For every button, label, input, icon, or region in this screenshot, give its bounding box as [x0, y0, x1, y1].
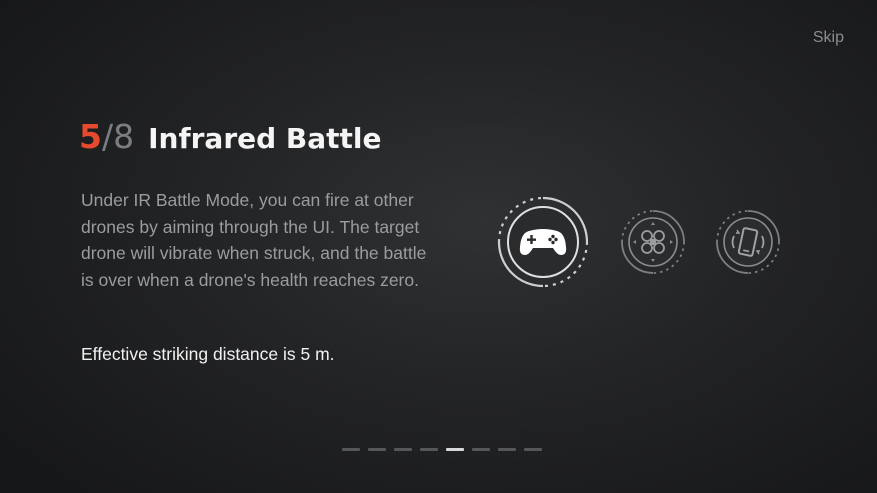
page-dot[interactable]: [342, 448, 360, 451]
page-dot[interactable]: [524, 448, 542, 451]
drone-option[interactable]: [620, 209, 686, 275]
step-current: 5: [79, 117, 102, 156]
step-total: 8: [113, 117, 135, 156]
title-text: Infrared Battle: [148, 122, 382, 155]
distance-note: Effective striking distance is 5 m.: [81, 344, 335, 364]
page-dot[interactable]: [498, 448, 516, 451]
page-dot[interactable]: [420, 448, 438, 451]
drone-icon: [621, 210, 685, 274]
page-dot[interactable]: [446, 448, 464, 451]
step-separator: /: [101, 117, 114, 156]
gamepad-icon: [497, 196, 589, 288]
page-dot[interactable]: [394, 448, 412, 451]
page-dot[interactable]: [472, 448, 490, 451]
vibrate-option[interactable]: [715, 209, 781, 275]
vibrate-phone-icon: [716, 210, 780, 274]
skip-button[interactable]: Skip: [813, 29, 844, 47]
description-text: Under IR Battle Mode, you can fire at ot…: [81, 190, 427, 290]
gamepad-option[interactable]: [496, 195, 590, 289]
page-title: 5 / 8 Infrared Battle: [79, 117, 382, 156]
page-indicator: [342, 448, 542, 451]
page-dot[interactable]: [368, 448, 386, 451]
